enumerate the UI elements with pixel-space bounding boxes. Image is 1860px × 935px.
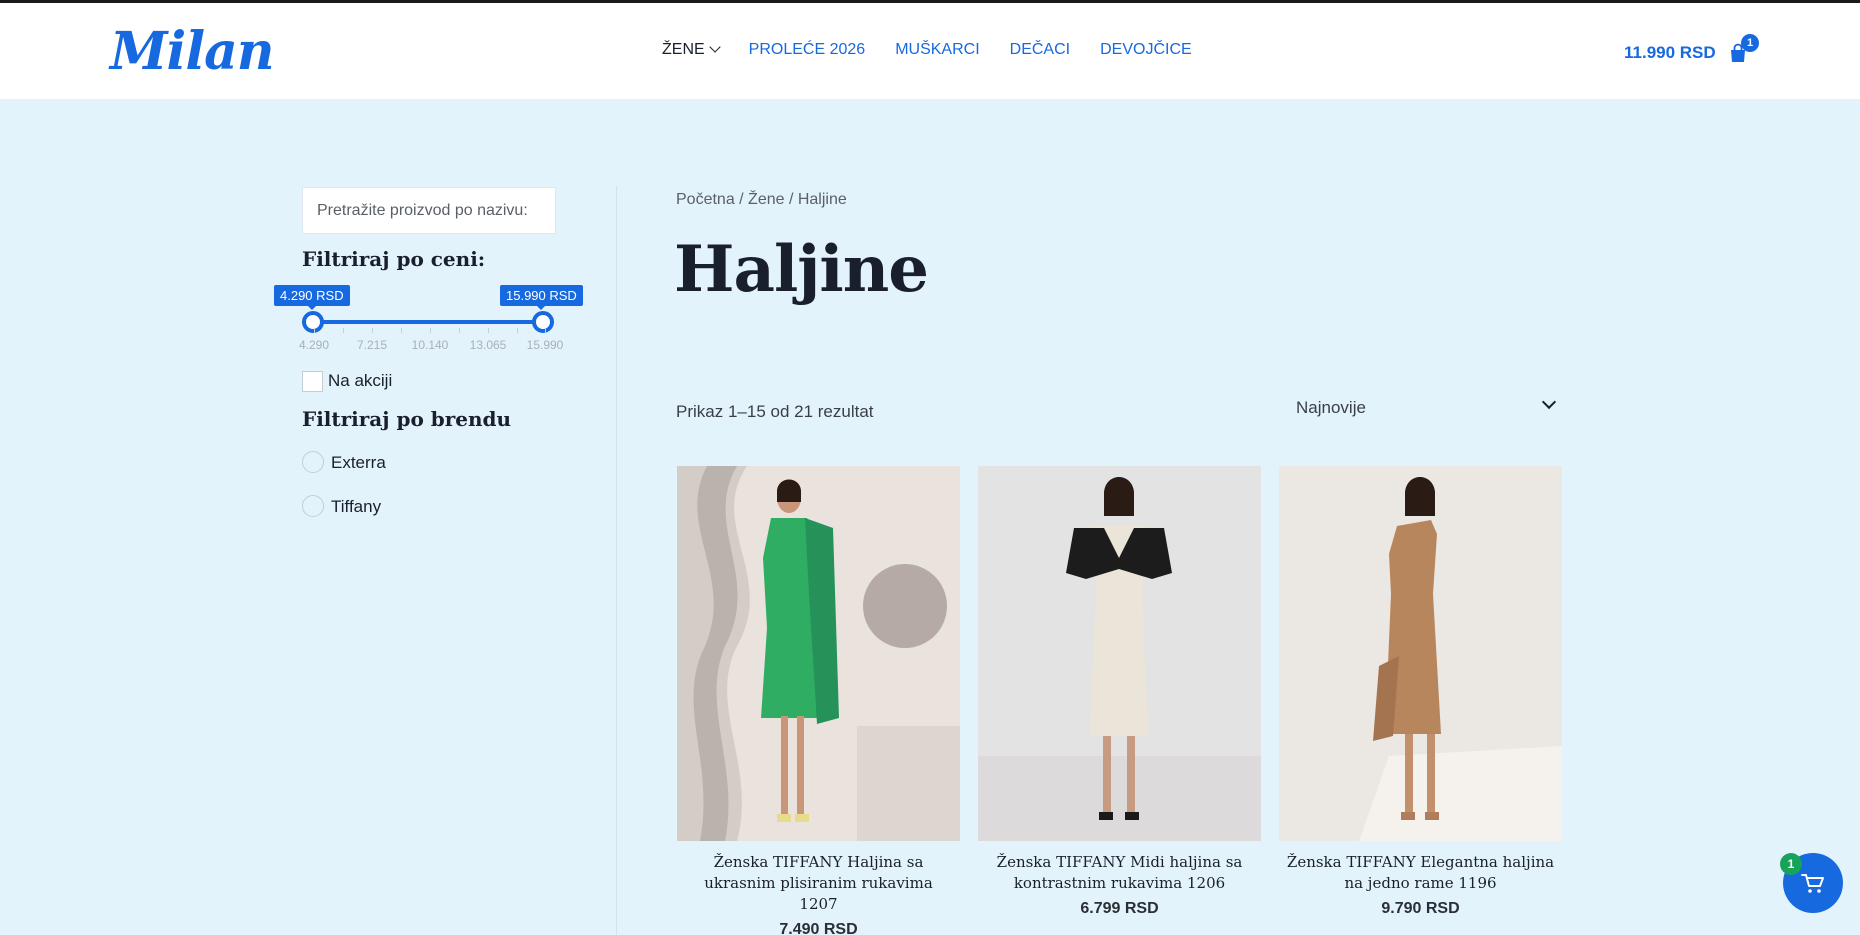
- site-header: Milan ŽENE PROLEĆE 2026 MUŠKARCI DEČACI …: [0, 3, 1860, 99]
- slider-scale-label: 10.140: [411, 338, 449, 352]
- slider-tick: [401, 328, 402, 333]
- slider-scale-label: 4.290: [298, 338, 330, 352]
- cart-icon: [1801, 874, 1824, 893]
- product-card[interactable]: Ženska TIFFANY Elegantna haljina na jedn…: [1279, 466, 1562, 918]
- product-image[interactable]: [677, 466, 960, 841]
- product-price: 9.790 RSD: [1381, 900, 1460, 917]
- brand-filter-title: Filtriraj po brendu: [302, 407, 512, 431]
- price-slider-track[interactable]: [313, 320, 544, 324]
- product-image[interactable]: [978, 466, 1261, 841]
- slider-tick: [430, 328, 431, 333]
- chevron-down-icon: [709, 41, 721, 53]
- price-max-tag: 15.990 RSD: [500, 285, 583, 310]
- brand-label-exterra[interactable]: Exterra: [331, 453, 386, 473]
- nav-item-prolece[interactable]: PROLEĆE 2026: [749, 41, 866, 59]
- slider-tick: [488, 328, 489, 333]
- sidebar-divider: [616, 186, 617, 935]
- search-box: [302, 187, 556, 234]
- on-sale-checkbox[interactable]: [302, 371, 323, 392]
- nav-item-devojcice[interactable]: DEVOJČICE: [1100, 41, 1192, 59]
- product-image[interactable]: [1279, 466, 1562, 841]
- on-sale-label[interactable]: Na akciji: [328, 371, 392, 391]
- slider-tick: [517, 328, 518, 333]
- brand-radio-tiffany[interactable]: [302, 495, 324, 517]
- product-card[interactable]: Ženska TIFFANY Midi haljina sa kontrastn…: [978, 466, 1261, 918]
- slider-tick: [314, 328, 315, 333]
- main-nav: ŽENE PROLEĆE 2026 MUŠKARCI DEČACI DEVOJČ…: [662, 41, 1192, 59]
- brand-label-tiffany[interactable]: Tiffany: [331, 497, 381, 517]
- slider-tick: [459, 328, 460, 333]
- price-min-tag: 4.290 RSD: [274, 285, 350, 310]
- cart-count-badge: 1: [1741, 34, 1759, 52]
- product-name[interactable]: Ženska TIFFANY Haljina sa ukrasnim plisi…: [677, 852, 960, 915]
- cart-total[interactable]: 11.990 RSD: [1624, 43, 1716, 63]
- slider-tick: [343, 328, 344, 333]
- slider-scale-label: 15.990: [526, 338, 564, 352]
- sort-select[interactable]: Najnovije: [1282, 387, 1562, 427]
- nav-item-zene[interactable]: ŽENE: [662, 41, 721, 59]
- search-input[interactable]: [317, 202, 541, 220]
- site-logo[interactable]: Milan: [110, 21, 275, 82]
- slider-tick: [545, 328, 546, 333]
- price-filter-title: Filtriraj po ceni:: [302, 247, 486, 271]
- nav-item-decaci[interactable]: DEČACI: [1010, 41, 1070, 59]
- product-price: 7.490 RSD: [779, 921, 858, 935]
- chevron-down-icon: [1541, 394, 1557, 410]
- price-slider-ticks: [302, 328, 562, 338]
- nav-item-muskarci[interactable]: MUŠKARCI: [895, 41, 979, 59]
- product-price: 6.799 RSD: [1080, 900, 1159, 917]
- slider-tick: [372, 328, 373, 333]
- slider-scale-label: 7.215: [356, 338, 388, 352]
- product-name[interactable]: Ženska TIFFANY Elegantna haljina na jedn…: [1279, 852, 1562, 894]
- slider-scale-label: 13.065: [469, 338, 507, 352]
- result-count: Prikaz 1–15 od 21 rezultat: [676, 402, 874, 421]
- nav-item-label: ŽENE: [662, 41, 705, 58]
- floating-cart-count-badge: 1: [1780, 853, 1802, 875]
- product-name[interactable]: Ženska TIFFANY Midi haljina sa kontrastn…: [978, 852, 1261, 894]
- brand-radio-exterra[interactable]: [302, 451, 324, 473]
- page-title: Haljine: [674, 232, 929, 307]
- breadcrumb[interactable]: Početna / Žene / Haljine: [676, 191, 847, 209]
- product-card[interactable]: Ženska TIFFANY Haljina sa ukrasnim plisi…: [677, 466, 960, 935]
- sort-value: Najnovije: [1296, 398, 1366, 417]
